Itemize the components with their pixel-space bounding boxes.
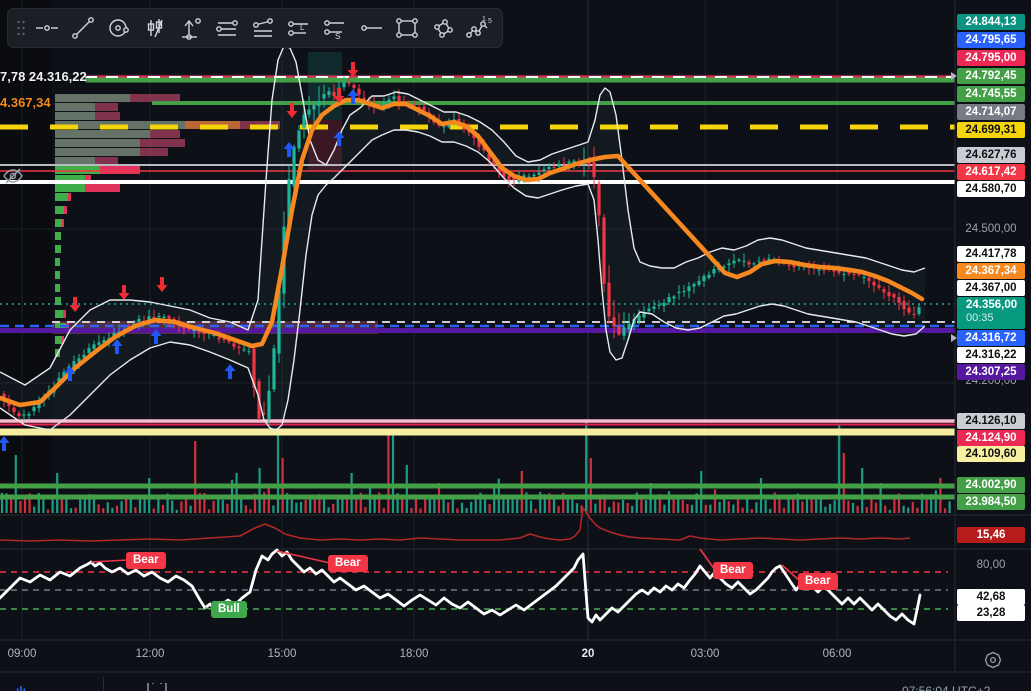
bear-signal-flag: Bear xyxy=(328,555,368,572)
price-label[interactable]: 24.580,70 xyxy=(957,181,1025,197)
price-label[interactable]: 24.307,25 xyxy=(957,364,1025,380)
price-axis-tick: 24.500,00 xyxy=(957,221,1025,237)
price-label[interactable]: 24.714,07 xyxy=(957,104,1025,120)
time-axis-label: 03:00 xyxy=(691,648,720,660)
rectangle-tool-icon[interactable] xyxy=(390,12,424,44)
bars-pattern-tool-icon[interactable] xyxy=(138,12,172,44)
price-axis-tick: 80,00 xyxy=(957,557,1025,573)
price-label[interactable]: 24.795,00 xyxy=(957,50,1025,66)
bear-signal-flag: Bear xyxy=(798,573,838,590)
svg-text:5: 5 xyxy=(488,18,492,25)
last-value-notch-icon xyxy=(951,334,957,342)
clock-utc-label[interactable]: 07:56:04 UTC+2 xyxy=(902,684,990,691)
price-label[interactable]: 24.627,76 xyxy=(957,147,1025,163)
price-label[interactable]: 42,68 xyxy=(957,589,1025,605)
calendar-icon[interactable] xyxy=(146,683,168,691)
timezone-settings-gear-icon[interactable] xyxy=(982,650,1004,670)
time-axis-label: 20 xyxy=(582,648,595,660)
trend-line-tool-icon[interactable] xyxy=(66,12,100,44)
price-label[interactable]: 15,46 xyxy=(957,527,1025,543)
bear-signal-flag: Bear xyxy=(713,562,753,579)
eye-slash-icon[interactable] xyxy=(1,165,25,187)
drawing-toolbar: L S 15 xyxy=(7,8,503,48)
bear-signal-flag: Bear xyxy=(126,552,166,569)
long-position-tool-icon[interactable]: L xyxy=(282,12,316,44)
price-label[interactable]: 24.617,42 xyxy=(957,164,1025,180)
overlay-price-text-2: 4.367,34 xyxy=(0,95,51,110)
svg-text:L: L xyxy=(300,23,305,32)
price-chart-svg xyxy=(0,0,1031,691)
arrow-marker-tool-icon[interactable] xyxy=(174,12,208,44)
last-value-notch-icon xyxy=(951,72,957,80)
overlay-price-text-1: 7,78 24.316,22 xyxy=(0,69,87,84)
cross-dot-tool-icon[interactable] xyxy=(30,12,64,44)
price-label[interactable]: 23,28 xyxy=(957,605,1025,621)
svg-text:1: 1 xyxy=(482,16,486,23)
time-axis-label: 12:00 xyxy=(136,648,165,660)
price-label[interactable]: 24.316,72 xyxy=(957,330,1025,346)
bull-signal-flag: Bull xyxy=(211,601,247,618)
price-label[interactable]: 24.109,60 xyxy=(957,446,1025,462)
trading-chart-window: L S 15 7,78 24.316,22 4.367,34 24.844,13 24… xyxy=(0,0,1031,691)
price-label[interactable]: 24.844,13 xyxy=(957,14,1025,30)
short-position-tool-icon[interactable]: S xyxy=(318,12,352,44)
price-label[interactable]: 24.367,00 xyxy=(957,280,1025,296)
bottom-toolbar-divider xyxy=(103,677,104,691)
time-axis-label: 06:00 xyxy=(823,648,852,660)
price-label[interactable]: 24.124,90 xyxy=(957,430,1025,446)
grip-handle-icon[interactable] xyxy=(14,12,28,44)
disjoint-channel-tool-icon[interactable] xyxy=(246,12,280,44)
price-label[interactable]: 24.417,78 xyxy=(957,246,1025,262)
price-label[interactable]: 24.367,34 xyxy=(957,263,1025,279)
price-label[interactable]: 23.984,50 xyxy=(957,494,1025,510)
price-label[interactable]: 24.745,55 xyxy=(957,86,1025,102)
time-axis-label: 18:00 xyxy=(400,648,429,660)
circle-tool-icon[interactable] xyxy=(102,12,136,44)
elliott-wave-tool-icon[interactable]: 15 xyxy=(462,12,496,44)
rotated-rectangle-tool-icon[interactable] xyxy=(426,12,460,44)
time-axis-label: 15:00 xyxy=(268,648,297,660)
bottom-toolbar-fragment[interactable]: ılı xyxy=(16,684,26,691)
time-axis-label: 09:00 xyxy=(8,648,37,660)
price-label[interactable]: 24.356,0000:35 xyxy=(957,297,1025,329)
price-label[interactable]: 24.126,10 xyxy=(957,413,1025,429)
price-label[interactable]: 24.792,45 xyxy=(957,68,1025,84)
price-label[interactable]: 24.316,22 xyxy=(957,347,1025,363)
svg-text:S: S xyxy=(335,32,340,41)
parallel-channel-tool-icon[interactable] xyxy=(210,12,244,44)
price-label[interactable]: 24.795,65 xyxy=(957,32,1025,48)
price-label[interactable]: 24.002,90 xyxy=(957,477,1025,493)
horizontal-ray-tool-icon[interactable] xyxy=(354,12,388,44)
price-label[interactable]: 24.699,31 xyxy=(957,122,1025,138)
